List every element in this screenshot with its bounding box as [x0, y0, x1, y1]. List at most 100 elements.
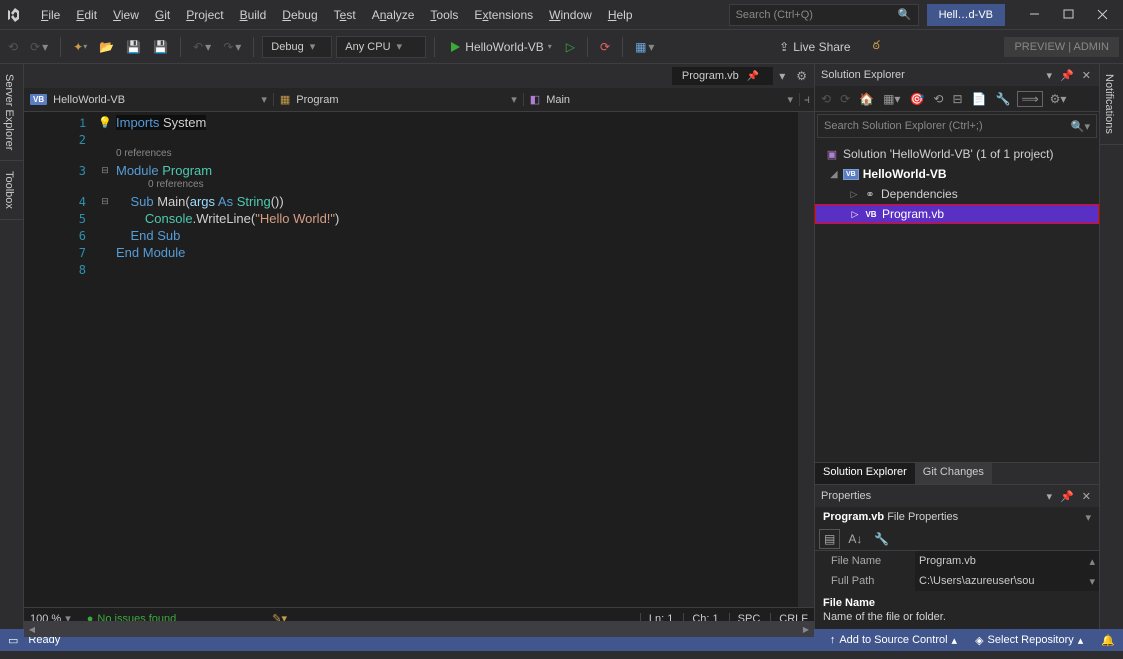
se-show-all-button[interactable]: 📄: [970, 90, 989, 108]
tab-settings-button[interactable]: ⚙: [791, 66, 812, 86]
start-debug-button[interactable]: HelloWorld-VB ▾: [443, 38, 557, 56]
split-editor-button[interactable]: ⫞: [800, 92, 814, 107]
se-forward-button[interactable]: ⟳: [838, 90, 852, 108]
menu-analyze[interactable]: Analyze: [365, 5, 422, 25]
redo-button[interactable]: ↷: [219, 38, 245, 56]
tree-file-program[interactable]: ▷ VB Program.vb: [815, 204, 1099, 224]
configuration-select[interactable]: Debug▾: [262, 36, 332, 58]
live-share-button[interactable]: ⇪Live Share: [779, 40, 850, 54]
categorized-button[interactable]: ▤: [819, 529, 840, 549]
se-sync-button[interactable]: 🎯: [907, 90, 926, 108]
open-file-button[interactable]: 📂: [95, 38, 118, 56]
se-switch-view-button[interactable]: ▦▾: [881, 90, 902, 108]
line-number: 2: [24, 131, 94, 148]
close-button[interactable]: [1085, 1, 1119, 29]
tab-overflow-button[interactable]: ▾: [774, 66, 790, 86]
menu-debug[interactable]: Debug: [275, 5, 324, 25]
undo-button[interactable]: ↶: [189, 38, 215, 56]
menu-window[interactable]: Window: [542, 5, 599, 25]
notification-bell-icon[interactable]: 🔔: [1101, 634, 1115, 647]
nav-forward-button[interactable]: ⟳: [26, 38, 52, 56]
panel-dropdown-button[interactable]: ▾: [1045, 490, 1055, 503]
line-number: 7: [24, 244, 94, 261]
menu-file[interactable]: File: [34, 5, 67, 25]
codelens-references[interactable]: 0 references: [116, 179, 798, 193]
fold-toggle[interactable]: ⊟: [94, 162, 116, 179]
minimize-button[interactable]: [1017, 1, 1051, 29]
menu-view[interactable]: View: [106, 5, 146, 25]
properties-object: Program.vb File Properties ▾: [815, 507, 1099, 527]
tab-solution-explorer[interactable]: Solution Explorer: [815, 463, 915, 484]
nav-project-combo[interactable]: VB HelloWorld-VB ▾: [24, 93, 274, 106]
panel-close-button[interactable]: ✕: [1080, 490, 1093, 503]
se-refresh-button[interactable]: ⟲: [931, 90, 945, 108]
hot-reload-button[interactable]: ⟳: [596, 38, 614, 56]
se-home-button[interactable]: 🏠: [857, 90, 876, 108]
dependencies-icon: ⚭: [863, 188, 877, 201]
document-tab-program[interactable]: Program.vb 📌: [672, 67, 773, 85]
toolbox-tab[interactable]: Toolbox: [0, 161, 23, 220]
tab-label: Program.vb: [682, 70, 739, 82]
solution-explorer-title: Solution Explorer: [821, 69, 905, 81]
add-source-control-button[interactable]: ↑Add to Source Control▴: [830, 634, 957, 647]
fold-toggle[interactable]: ⊟: [94, 193, 116, 210]
tree-project-node[interactable]: ◢ VB HelloWorld-VB: [815, 164, 1099, 184]
output-icon[interactable]: ▭: [8, 634, 18, 647]
preview-admin-badge[interactable]: PREVIEW | ADMIN: [1004, 37, 1119, 57]
menu-extensions[interactable]: Extensions: [467, 5, 540, 25]
tree-dependencies-node[interactable]: ▷ ⚭ Dependencies: [815, 184, 1099, 204]
nav-type-combo[interactable]: ▦ Program ▾: [274, 93, 524, 106]
se-collapse-button[interactable]: ⊟: [950, 90, 964, 108]
solution-explorer-search[interactable]: Search Solution Explorer (Ctrl+;)🔍▾: [817, 114, 1097, 138]
menu-test[interactable]: Test: [327, 5, 363, 25]
vb-icon: VB: [30, 94, 47, 105]
menu-tools[interactable]: Tools: [423, 5, 465, 25]
se-properties-button[interactable]: 🔧: [993, 90, 1012, 108]
se-back-button[interactable]: ⟲: [819, 90, 833, 108]
nav-member-combo[interactable]: ◧ Main ▾: [524, 93, 800, 106]
panel-pin-button[interactable]: 📌: [1058, 69, 1076, 82]
step-controls-button[interactable]: ▦: [631, 38, 658, 56]
menu-git[interactable]: Git: [148, 5, 177, 25]
codelens-references[interactable]: 0 references: [116, 148, 798, 162]
editor-vertical-scrollbar[interactable]: [798, 112, 814, 607]
maximize-button[interactable]: [1051, 1, 1085, 29]
expand-icon[interactable]: ◢: [829, 169, 839, 180]
alphabetical-button[interactable]: A↓: [844, 530, 866, 548]
search-placeholder: Search (Ctrl+Q): [736, 9, 813, 21]
lightbulb-icon[interactable]: 💡: [98, 116, 112, 129]
line-number: 3: [24, 162, 94, 179]
select-repository-button[interactable]: ◈Select Repository▴: [975, 634, 1083, 647]
menu-build[interactable]: Build: [233, 5, 274, 25]
pin-tab-icon[interactable]: 📌: [747, 71, 759, 82]
editor-horizontal-scrollbar[interactable]: ◀▶: [24, 621, 814, 637]
tab-git-changes[interactable]: Git Changes: [915, 463, 992, 484]
save-button[interactable]: 💾: [122, 38, 145, 56]
se-settings-button[interactable]: ⚙▾: [1048, 90, 1069, 108]
menu-edit[interactable]: Edit: [69, 5, 104, 25]
start-nodebug-button[interactable]: ▷: [562, 38, 579, 56]
property-row[interactable]: File Name Program.vb▴: [815, 551, 1099, 571]
panel-pin-button[interactable]: 📌: [1058, 490, 1076, 503]
code-editor[interactable]: Imports System 0 references Module Progr…: [116, 112, 798, 607]
menu-project[interactable]: Project: [179, 5, 230, 25]
property-row[interactable]: Full Path C:\Users\azureuser\sou▾: [815, 571, 1099, 591]
tree-solution-node[interactable]: ▣ Solution 'HelloWorld-VB' (1 of 1 proje…: [815, 144, 1099, 164]
feedback-button[interactable]: ఠ: [869, 36, 884, 57]
nav-back-button[interactable]: ⟲: [4, 38, 22, 56]
save-all-button[interactable]: 💾: [149, 38, 172, 56]
expand-icon[interactable]: ▷: [850, 209, 860, 220]
se-preview-button[interactable]: ⟹: [1017, 91, 1042, 107]
line-number: 5: [24, 210, 94, 227]
new-item-button[interactable]: ✦▾: [69, 38, 91, 56]
notifications-tab[interactable]: Notifications: [1100, 64, 1123, 145]
solution-title-button[interactable]: Hell…d-VB: [927, 4, 1005, 26]
props-wrench-button[interactable]: 🔧: [870, 530, 893, 548]
panel-dropdown-button[interactable]: ▾: [1045, 69, 1055, 82]
global-search-input[interactable]: Search (Ctrl+Q) 🔍: [729, 4, 919, 26]
expand-icon[interactable]: ▷: [849, 189, 859, 200]
panel-close-button[interactable]: ✕: [1080, 69, 1093, 82]
platform-select[interactable]: Any CPU▾: [336, 36, 426, 58]
menu-help[interactable]: Help: [601, 5, 640, 25]
server-explorer-tab[interactable]: Server Explorer: [0, 64, 23, 161]
